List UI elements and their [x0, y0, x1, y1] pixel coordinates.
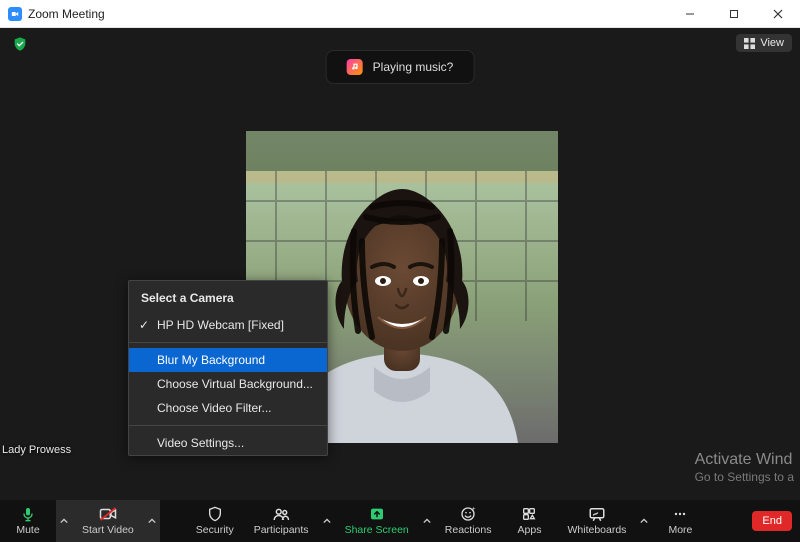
zoom-app-icon — [8, 7, 22, 21]
apps-icon — [521, 506, 537, 522]
minimize-button[interactable] — [668, 0, 712, 28]
playing-music-pill[interactable]: Playing music? — [326, 50, 475, 84]
chevron-up-icon — [323, 517, 331, 525]
reactions-button[interactable]: + Reactions — [435, 500, 502, 542]
menu-item-video-filter[interactable]: Choose Video Filter... — [129, 396, 327, 420]
video-options-menu: Select a Camera HP HD Webcam [Fixed] Blu… — [128, 280, 328, 456]
end-meeting-button[interactable]: End — [752, 511, 792, 531]
menu-item-blur-background[interactable]: Blur My Background — [129, 348, 327, 372]
pill-text: Playing music? — [373, 60, 454, 74]
more-button[interactable]: More — [652, 500, 708, 542]
mute-button[interactable]: Mute — [0, 500, 56, 542]
microphone-icon — [20, 506, 36, 522]
windows-activation-watermark: Activate Wind Go to Settings to a — [695, 450, 794, 486]
menu-item-camera[interactable]: HP HD Webcam [Fixed] — [129, 313, 327, 337]
menu-separator — [129, 342, 327, 343]
encryption-shield-icon[interactable] — [12, 36, 28, 52]
shield-icon — [207, 506, 223, 522]
titlebar: Zoom Meeting — [0, 0, 800, 28]
grid-icon — [744, 38, 755, 49]
whiteboard-icon — [588, 506, 606, 522]
chevron-up-icon — [423, 517, 431, 525]
music-note-icon — [347, 59, 363, 75]
apps-button[interactable]: Apps — [501, 500, 557, 542]
menu-item-video-settings[interactable]: Video Settings... — [129, 431, 327, 455]
start-video-caret[interactable] — [144, 500, 160, 542]
zoom-window: Zoom Meeting View Playing music? — [0, 0, 800, 542]
mute-caret[interactable] — [56, 500, 72, 542]
view-label: View — [760, 37, 784, 49]
smiley-icon: + — [460, 506, 476, 522]
chevron-up-icon — [640, 517, 648, 525]
share-screen-button[interactable]: Share Screen — [335, 500, 419, 542]
video-off-icon — [99, 506, 117, 522]
chevron-up-icon — [60, 517, 68, 525]
security-button[interactable]: Security — [186, 500, 244, 542]
whiteboards-button[interactable]: Whiteboards — [557, 500, 636, 542]
share-screen-icon — [369, 506, 385, 522]
start-video-button[interactable]: Start Video — [72, 500, 144, 542]
svg-text:+: + — [472, 507, 476, 513]
view-button[interactable]: View — [736, 34, 792, 52]
meeting-stage: View Playing music? — [0, 28, 800, 500]
participants-caret[interactable] — [319, 500, 335, 542]
window-title: Zoom Meeting — [28, 7, 105, 21]
menu-header: Select a Camera — [129, 289, 327, 313]
close-button[interactable] — [756, 0, 800, 28]
menu-item-virtual-background[interactable]: Choose Virtual Background... — [129, 372, 327, 396]
menu-separator — [129, 425, 327, 426]
more-icon — [672, 506, 688, 522]
meeting-toolbar: Mute Start Video Security Participants — [0, 500, 800, 542]
participant-name-label: Lady Prowess — [2, 444, 71, 456]
chevron-up-icon — [148, 517, 156, 525]
share-screen-caret[interactable] — [419, 500, 435, 542]
participants-icon — [272, 506, 290, 522]
maximize-button[interactable] — [712, 0, 756, 28]
whiteboards-caret[interactable] — [636, 500, 652, 542]
participants-button[interactable]: Participants — [244, 500, 319, 542]
